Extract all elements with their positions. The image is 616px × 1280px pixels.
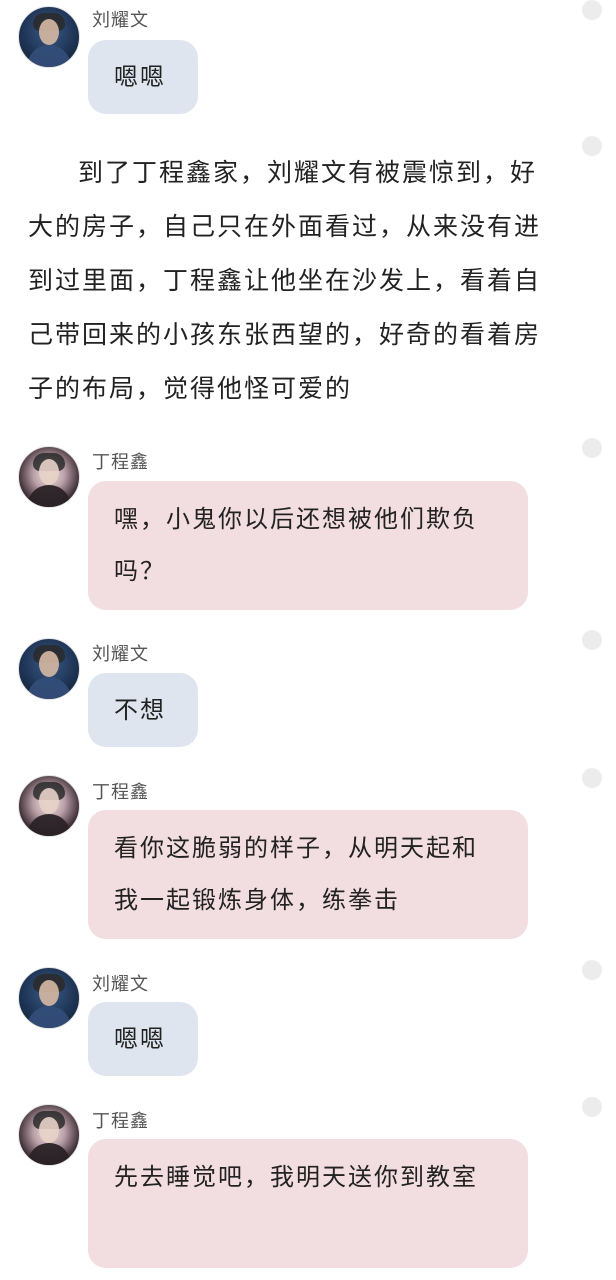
speaker-name: 刘耀文 xyxy=(92,10,149,31)
comment-dot-icon[interactable] xyxy=(582,768,602,788)
comment-dot-icon[interactable] xyxy=(582,1097,602,1117)
speaker-name: 丁程鑫 xyxy=(92,1111,149,1132)
avatar-liu-yaowen[interactable] xyxy=(18,6,80,68)
avatar-liu-yaowen[interactable] xyxy=(18,638,80,700)
message-bubble: 嗯嗯 xyxy=(88,40,198,114)
comment-dot-icon[interactable] xyxy=(582,0,602,20)
comment-dot-icon[interactable] xyxy=(582,438,602,458)
narration-paragraph: 到了丁程鑫家，刘耀文有被震惊到，好大的房子，自己只在外面看过，从来没有进到过里面… xyxy=(28,158,542,403)
comment-dot-icon[interactable] xyxy=(582,136,602,156)
message-bubble: 不想 xyxy=(88,673,198,747)
comment-dot-icon[interactable] xyxy=(582,630,602,650)
comment-dot-icon[interactable] xyxy=(582,960,602,980)
avatar-ding-chengxin[interactable] xyxy=(18,446,80,508)
message-bubble: 先去睡觉吧，我明天送你到教室 xyxy=(88,1139,528,1268)
speaker-name: 刘耀文 xyxy=(92,644,149,665)
avatar-liu-yaowen[interactable] xyxy=(18,967,80,1029)
message-bubble: 看你这脆弱的样子，从明天起和我一起锻炼身体，练拳击 xyxy=(88,810,528,939)
message-bubble: 嘿，小鬼你以后还想被他们欺负吗？ xyxy=(88,481,528,610)
speaker-name: 刘耀文 xyxy=(92,974,149,995)
speaker-name: 丁程鑫 xyxy=(92,782,149,803)
message-bubble: 嗯嗯 xyxy=(88,1002,198,1076)
speaker-name: 丁程鑫 xyxy=(92,452,149,473)
avatar-ding-chengxin[interactable] xyxy=(18,775,80,837)
avatar-ding-chengxin[interactable] xyxy=(18,1104,80,1166)
